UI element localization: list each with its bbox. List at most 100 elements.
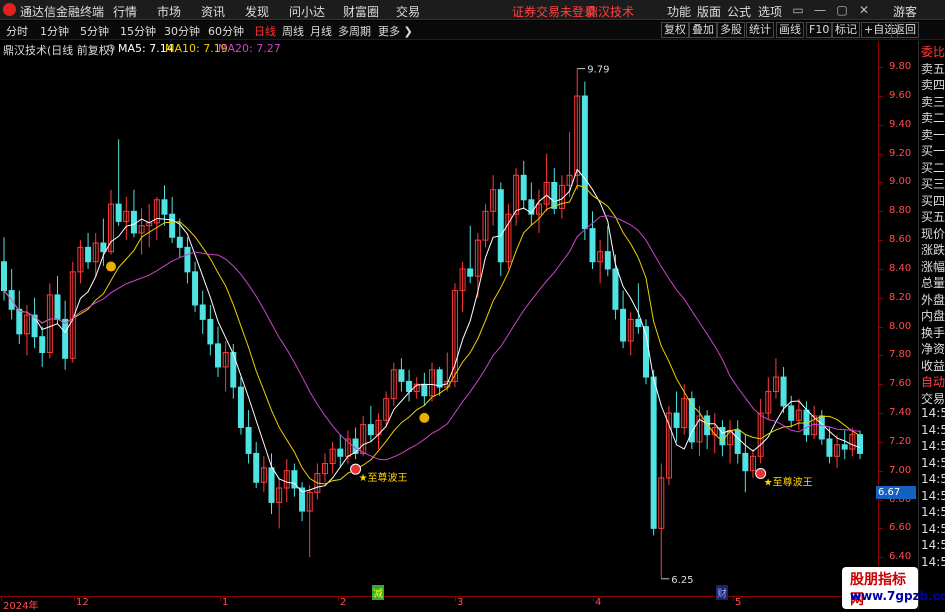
quote-side-panel: 委比 卖五 卖四 卖三 卖二 卖一 买一 买二 买三 买四 买五 现价 涨跌 涨幅 总量 外盘 内盘 换手 净资 收益… bbox=[918, 41, 945, 609]
app-title: 通达信金融终端 bbox=[20, 5, 105, 19]
menu-wealth-circle[interactable]: 财富圈 bbox=[343, 3, 379, 20]
date-label: 2 bbox=[340, 597, 347, 608]
candle-body bbox=[367, 424, 374, 436]
quote-field-label[interactable]: 换手 bbox=[921, 324, 945, 341]
quote-field-label[interactable]: 14:56 bbox=[921, 505, 945, 519]
period-1min[interactable]: 1分钟 bbox=[40, 23, 69, 39]
menu-formula[interactable]: 公式 bbox=[727, 3, 751, 20]
price-tick-mark bbox=[879, 499, 883, 501]
quote-field-label[interactable]: 买四 bbox=[921, 192, 945, 209]
candle-body bbox=[130, 210, 137, 234]
quote-field-label[interactable]: 卖一 bbox=[921, 126, 945, 143]
period-5min[interactable]: 5分钟 bbox=[80, 23, 109, 39]
menu-layout[interactable]: 版面 bbox=[697, 3, 721, 20]
period-60min[interactable]: 60分钟 bbox=[208, 23, 244, 39]
restore-icon[interactable]: ▭ bbox=[788, 1, 808, 19]
menu-ask-xiaoda[interactable]: 问小达 bbox=[289, 3, 325, 20]
quote-field-label[interactable]: 14:56 bbox=[921, 456, 945, 470]
quote-field-label[interactable]: 14:56 bbox=[921, 439, 945, 453]
period-monthly[interactable]: 月线 bbox=[310, 23, 332, 39]
menu-news[interactable]: 资讯 bbox=[201, 3, 225, 20]
quote-field-label[interactable]: 14:56 bbox=[921, 555, 945, 569]
settings-icon[interactable]: ⚙ bbox=[106, 42, 116, 55]
menu-trade[interactable]: 交易 bbox=[396, 3, 420, 20]
price-tick-label: 9.40 bbox=[889, 118, 912, 130]
candle-body bbox=[215, 343, 221, 368]
quote-field-label[interactable]: 14:56 bbox=[921, 489, 945, 503]
high-callout-label: 9.79 bbox=[587, 65, 609, 76]
date-label: 3 bbox=[457, 597, 464, 608]
quote-field-label[interactable]: 总量 bbox=[921, 274, 945, 291]
quote-field-label[interactable]: 自动 bbox=[921, 373, 945, 390]
close-icon[interactable]: ✕ bbox=[854, 1, 874, 19]
quote-field-label[interactable]: 内盘 bbox=[921, 307, 945, 324]
quote-field-label[interactable]: 净资 bbox=[921, 340, 945, 357]
adjust-button[interactable]: 复权 bbox=[661, 22, 689, 38]
menu-market[interactable]: 市场 bbox=[157, 3, 181, 20]
login-alert[interactable]: 证券交易未登录 bbox=[512, 3, 596, 20]
candle-body bbox=[176, 236, 183, 248]
candle-body bbox=[497, 189, 504, 263]
event-marker[interactable]: 财 bbox=[716, 585, 728, 600]
quote-field-label[interactable]: 涨幅 bbox=[921, 258, 945, 275]
menu-function[interactable]: 功能 bbox=[667, 3, 691, 20]
event-marker[interactable]: 减 bbox=[372, 585, 384, 600]
period-more[interactable]: 更多 ❯ bbox=[378, 23, 413, 39]
period-daily[interactable]: 日线 bbox=[254, 23, 276, 39]
draw-line-button[interactable]: 画线 bbox=[776, 22, 804, 38]
quote-field-label[interactable]: 14:56 bbox=[921, 423, 945, 437]
price-tick-label: 7.00 bbox=[889, 464, 912, 476]
candle-body bbox=[207, 318, 214, 345]
signal-label: ★至尊波王 bbox=[359, 471, 408, 484]
price-tick-mark bbox=[879, 557, 883, 559]
period-multi[interactable]: 多周期 bbox=[338, 23, 371, 39]
price-tick-label: 9.60 bbox=[889, 90, 912, 102]
quote-field-label[interactable]: 买一 bbox=[921, 142, 945, 159]
period-15min[interactable]: 15分钟 bbox=[120, 23, 156, 39]
overlay-button[interactable]: 叠加 bbox=[689, 22, 717, 38]
price-tick-mark bbox=[879, 470, 883, 472]
date-tick-mark bbox=[1, 597, 2, 601]
quote-field-label[interactable]: 14:56 bbox=[921, 472, 945, 486]
candle-body bbox=[719, 426, 726, 446]
quote-field-label[interactable]: 14:56 bbox=[921, 538, 945, 552]
candle-body bbox=[788, 405, 795, 421]
maximize-icon[interactable]: ▢ bbox=[832, 1, 852, 19]
quote-field-label[interactable]: 14:56 bbox=[921, 406, 945, 420]
quote-field-label[interactable]: 涨跌 bbox=[921, 241, 945, 258]
quote-field-label[interactable]: 交易 bbox=[921, 390, 945, 407]
multi-stock-button[interactable]: 多股 bbox=[717, 22, 745, 38]
price-tick-mark bbox=[879, 124, 883, 126]
period-weekly[interactable]: 周线 bbox=[282, 23, 304, 39]
candle-body bbox=[39, 336, 46, 354]
price-tick-label: 7.20 bbox=[889, 435, 912, 447]
quote-field-label[interactable]: 卖二 bbox=[921, 109, 945, 126]
date-tick-mark bbox=[220, 597, 221, 601]
date-tick-mark bbox=[74, 597, 75, 601]
quote-field-label[interactable]: 卖四 bbox=[921, 76, 945, 93]
candle-body bbox=[650, 376, 657, 529]
quote-field-label[interactable]: 卖三 bbox=[921, 93, 945, 110]
quote-field-label[interactable]: 14:56 bbox=[921, 522, 945, 536]
period-intraday[interactable]: 分时 bbox=[6, 23, 28, 39]
menu-quotes[interactable]: 行情 bbox=[113, 3, 137, 20]
stats-button[interactable]: 统计 bbox=[746, 22, 774, 38]
menu-options[interactable]: 选项 bbox=[758, 3, 782, 20]
quote-field-label[interactable]: 外盘 bbox=[921, 291, 945, 308]
quote-field-label[interactable]: 买二 bbox=[921, 159, 945, 176]
quote-field-label[interactable]: 委比 bbox=[921, 43, 945, 60]
quote-field-label[interactable]: 买三 bbox=[921, 175, 945, 192]
price-tick-mark bbox=[879, 355, 883, 357]
quote-field-label[interactable]: 现价 bbox=[921, 225, 945, 242]
user-guest[interactable]: 游客 bbox=[893, 3, 917, 20]
f10-button[interactable]: F10 bbox=[806, 22, 833, 38]
menu-discover[interactable]: 发现 bbox=[245, 3, 269, 20]
quote-field-label[interactable]: 卖五 bbox=[921, 60, 945, 77]
minimize-icon[interactable]: — bbox=[810, 1, 830, 19]
back-button[interactable]: 返回 bbox=[891, 22, 919, 38]
mark-button[interactable]: 标记 bbox=[832, 22, 860, 38]
quote-field-label[interactable]: 收益 bbox=[921, 357, 945, 374]
quote-field-label[interactable]: 买五 bbox=[921, 208, 945, 225]
period-30min[interactable]: 30分钟 bbox=[164, 23, 200, 39]
candlestick-chart[interactable]: 9.79 6.25 ★至尊波王 ★至尊波王 bbox=[0, 56, 878, 596]
